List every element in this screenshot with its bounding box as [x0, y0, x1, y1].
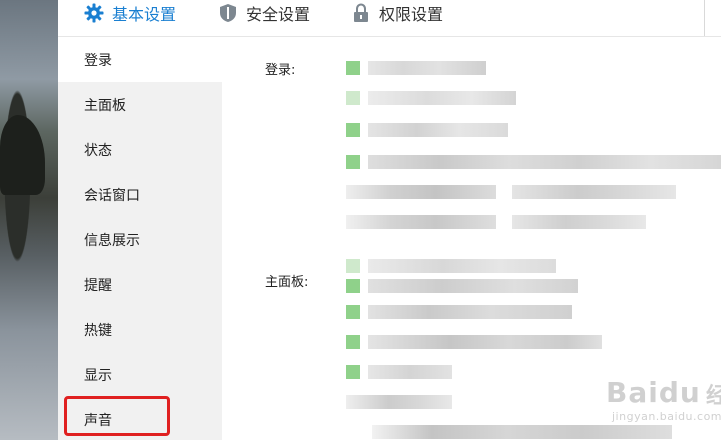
- obscured-option-row: [346, 305, 572, 319]
- sidebar-item-hotkeys[interactable]: 热键: [58, 307, 222, 352]
- obscured-option-row: [346, 185, 676, 199]
- watermark-suffix: 经验: [706, 384, 721, 409]
- obscured-option-row: [346, 335, 602, 349]
- sidebar-item-reminder[interactable]: 提醒: [58, 262, 222, 307]
- gear-icon: [84, 3, 104, 23]
- sound-highlight-box: [64, 396, 170, 436]
- obscured-option-row: [346, 279, 578, 293]
- baidu-jingyan-watermark: Baidu 经验 jingyan.baidu.com: [606, 376, 721, 426]
- obscured-option-row: [346, 155, 721, 169]
- section-label-main-panel: 主面板:: [265, 275, 309, 290]
- shield-icon: [218, 3, 238, 23]
- tab-label: 安全设置: [246, 5, 311, 24]
- obscured-option-row: [346, 91, 516, 105]
- obscured-option-row: [346, 215, 646, 229]
- tab-label: 权限设置: [379, 5, 444, 24]
- watermark-url: jingyan.baidu.com: [612, 410, 721, 423]
- sidebar-item-label: 主面板: [84, 97, 126, 114]
- sidebar-item-label: 会话窗口: [84, 187, 140, 204]
- obscured-option-row: [346, 259, 556, 273]
- sidebar-item-label: 热键: [84, 322, 112, 339]
- window-edge-divider: [704, 0, 705, 36]
- sidebar-item-status[interactable]: 状态: [58, 127, 222, 172]
- lock-icon: [351, 3, 371, 23]
- sidebar-item-login[interactable]: 登录: [58, 37, 222, 82]
- tab-security-settings[interactable]: 安全设置: [218, 0, 310, 26]
- settings-window: 基本设置 安全设置 权限设置 登录 主面板 状态 会话窗口 信息展示 提醒 热键…: [58, 0, 721, 440]
- sidebar-item-label: 显示: [84, 367, 112, 384]
- sidebar-item-label: 状态: [84, 142, 112, 159]
- section-label-login: 登录:: [265, 63, 296, 78]
- obscured-option-row: [346, 365, 452, 379]
- tab-permission-settings[interactable]: 权限设置: [351, 0, 443, 26]
- sidebar-item-label: 登录: [84, 52, 112, 69]
- tab-basic-settings[interactable]: 基本设置: [84, 0, 176, 26]
- sidebar-item-label: 信息展示: [84, 232, 140, 249]
- obscured-option-row: [346, 123, 508, 137]
- sidebar-item-main-panel[interactable]: 主面板: [58, 82, 222, 127]
- watermark-brand: Baidu: [606, 376, 701, 409]
- sidebar-item-display[interactable]: 显示: [58, 352, 222, 397]
- desktop-wallpaper: [0, 0, 58, 440]
- sidebar-item-chat-window[interactable]: 会话窗口: [58, 172, 222, 217]
- obscured-option-row: [346, 395, 452, 409]
- tab-label: 基本设置: [112, 5, 177, 24]
- obscured-option-row: [346, 61, 486, 75]
- sidebar-item-label: 提醒: [84, 277, 112, 294]
- obscured-option-row: [372, 425, 672, 439]
- sidebar-item-info-display[interactable]: 信息展示: [58, 217, 222, 262]
- settings-tabbar: 基本设置 安全设置 权限设置: [58, 0, 721, 37]
- settings-sidebar: 登录 主面板 状态 会话窗口 信息展示 提醒 热键 显示 声音: [58, 37, 222, 440]
